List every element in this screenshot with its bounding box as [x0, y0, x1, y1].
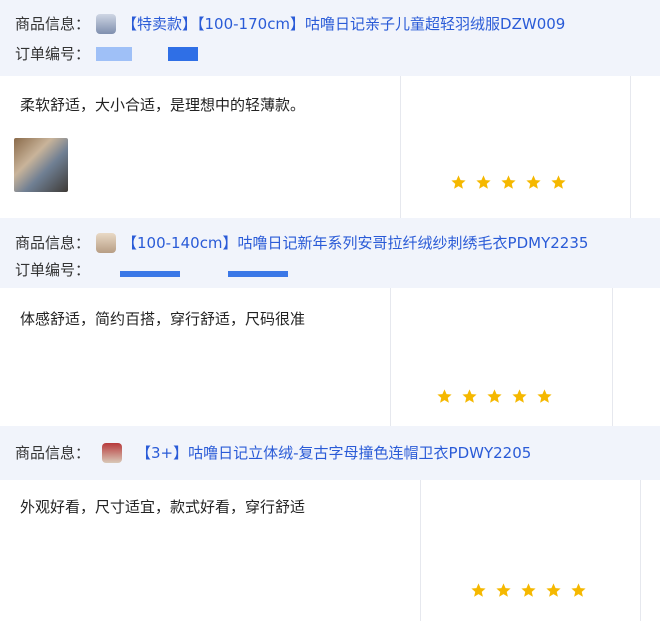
order-row-2: 订单编号：	[15, 259, 296, 280]
product-row-3: 商品信息： 【3+】咕噜日记立体绒-复古字母撞色连帽卫衣PDWY2205	[15, 442, 531, 463]
product-title-link[interactable]: 【100-140cm】咕噜日记新年系列安哥拉纤绒纱刺绣毛衣PDMY2235	[122, 232, 588, 253]
star-icon	[471, 583, 486, 597]
review-photo[interactable]	[14, 138, 68, 192]
product-label: 商品信息：	[15, 234, 91, 252]
divider	[400, 76, 401, 218]
product-label: 商品信息：	[15, 15, 91, 33]
order-row-1: 订单编号：	[15, 43, 206, 64]
review-text: 外观好看，尺寸适宜，款式好看，穿行舒适	[20, 498, 306, 516]
star-icon	[512, 389, 527, 403]
redacted-order-number	[168, 46, 199, 61]
star-icon	[501, 175, 516, 189]
star-icon	[546, 583, 561, 597]
divider	[420, 480, 421, 621]
redacted-order-number	[96, 46, 133, 61]
star-rating-2	[436, 388, 553, 405]
star-rating-3	[470, 582, 587, 599]
review-body-1: 柔软舒适，大小合适，是理想中的轻薄款。	[0, 76, 660, 218]
divider	[640, 480, 641, 621]
star-icon	[437, 389, 452, 403]
product-row-1: 商品信息： 【特卖款】【100-170cm】咕噜日记亲子儿童超轻羽绒服DZW00…	[15, 13, 565, 34]
review-text: 体感舒适，简约百搭，穿行舒适，尺码很准	[20, 310, 306, 328]
product-info-bar-2: 商品信息： 【100-140cm】咕噜日记新年系列安哥拉纤绒纱刺绣毛衣PDMY2…	[0, 218, 660, 288]
star-rating-1	[450, 174, 567, 191]
divider	[630, 76, 631, 218]
product-row-2: 商品信息： 【100-140cm】咕噜日记新年系列安哥拉纤绒纱刺绣毛衣PDMY2…	[15, 232, 588, 253]
review-body-3: 外观好看，尺寸适宜，款式好看，穿行舒适	[0, 480, 660, 621]
review-body-2: 体感舒适，简约百搭，穿行舒适，尺码很准	[0, 288, 660, 426]
sweater-thumbnail-icon[interactable]	[96, 232, 117, 253]
star-icon	[551, 175, 566, 189]
star-icon	[451, 175, 466, 189]
star-icon	[526, 175, 541, 189]
redacted-order-number	[228, 270, 289, 277]
star-icon	[487, 389, 502, 403]
product-label: 商品信息：	[15, 444, 91, 462]
product-info-bar-3: 商品信息： 【3+】咕噜日记立体绒-复古字母撞色连帽卫衣PDWY2205	[0, 426, 660, 480]
order-label: 订单编号：	[15, 45, 91, 63]
redacted-order-number	[120, 270, 181, 277]
order-label: 订单编号：	[15, 261, 91, 279]
product-info-bar-1: 商品信息： 【特卖款】【100-170cm】咕噜日记亲子儿童超轻羽绒服DZW00…	[0, 0, 660, 76]
star-icon	[571, 583, 586, 597]
star-icon	[521, 583, 536, 597]
star-icon	[462, 389, 477, 403]
product-title-link[interactable]: 【特卖款】【100-170cm】咕噜日记亲子儿童超轻羽绒服DZW009	[122, 13, 565, 34]
star-icon	[496, 583, 511, 597]
product-title-link[interactable]: 【3+】咕噜日记立体绒-复古字母撞色连帽卫衣PDWY2205	[136, 442, 531, 463]
jacket-thumbnail-icon[interactable]	[96, 13, 117, 34]
star-icon	[537, 389, 552, 403]
divider	[390, 288, 391, 426]
divider	[612, 288, 613, 426]
star-icon	[476, 175, 491, 189]
review-text: 柔软舒适，大小合适，是理想中的轻薄款。	[20, 96, 306, 114]
hoodie-thumbnail-icon[interactable]	[102, 442, 123, 463]
